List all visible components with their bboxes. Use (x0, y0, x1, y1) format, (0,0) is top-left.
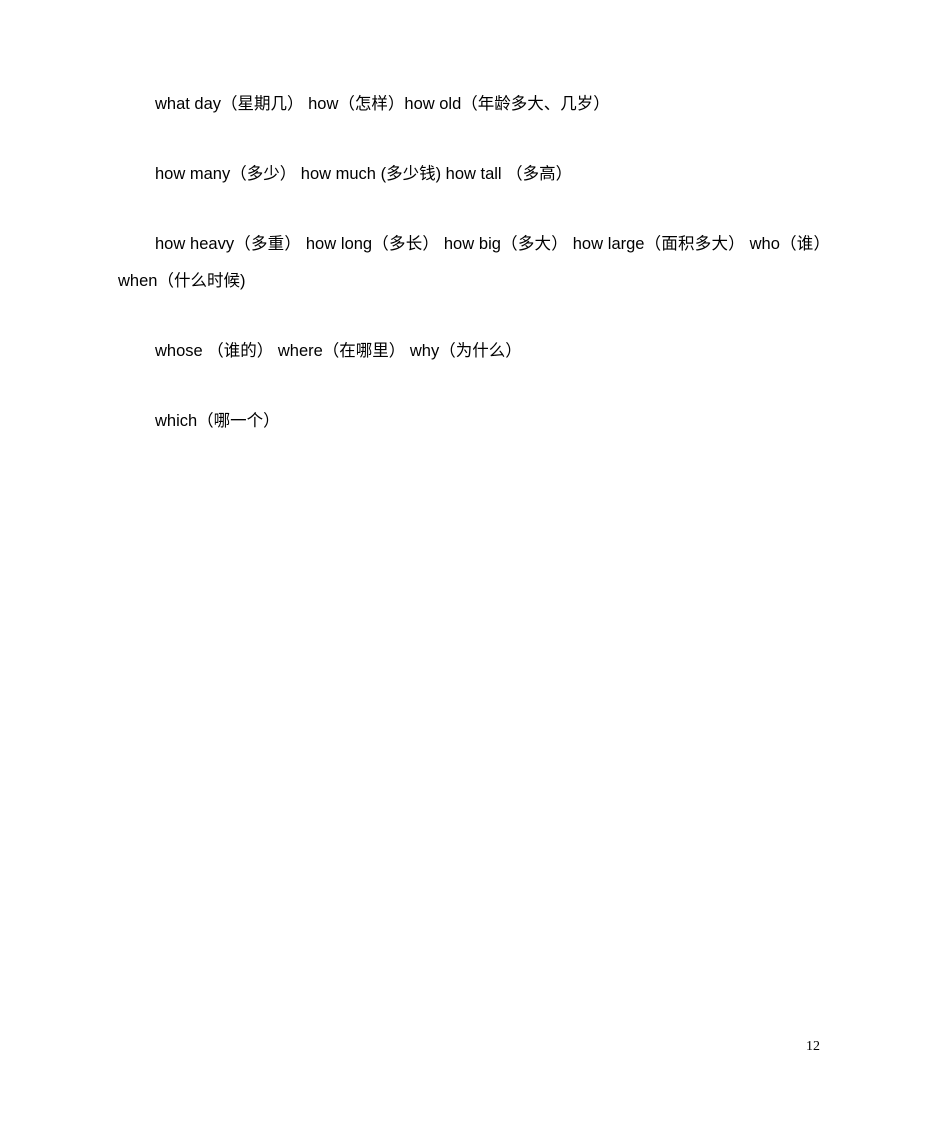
document-body: what day（星期几） how（怎样）how old（年龄多大、几岁） ho… (118, 86, 830, 440)
paragraph-1: what day（星期几） how（怎样）how old（年龄多大、几岁） (155, 95, 610, 113)
paragraph-4: whose （谁的） where（在哪里） why（为什么） (155, 342, 522, 360)
paragraph-3: how heavy（多重） how long（多长） how big（多大） h… (118, 235, 830, 290)
paragraph-2: how many（多少） how much (多少钱) how tall （多高… (155, 165, 573, 183)
paragraph-5: which（哪一个） (155, 412, 280, 430)
document-page: what day（星期几） how（怎样）how old（年龄多大、几岁） ho… (0, 0, 945, 1123)
page-number: 12 (806, 1039, 820, 1054)
